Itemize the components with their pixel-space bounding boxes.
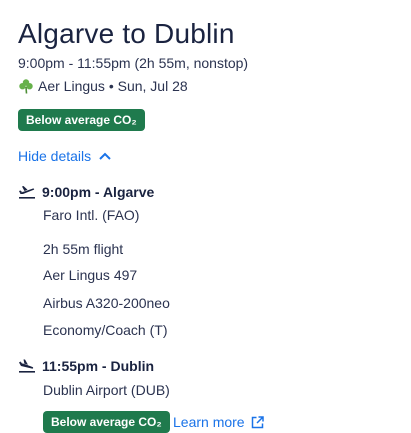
- airline-date-text: Aer Lingus • Sun, Jul 28: [38, 78, 188, 94]
- co2-badge: Below average CO₂: [18, 109, 145, 131]
- external-link-icon: [251, 415, 264, 428]
- arrival-airport: Dublin Airport (DUB): [43, 382, 170, 398]
- flight-number: Aer Lingus 497: [43, 267, 138, 283]
- flight-times: 9:00pm - 11:55pm (2h 55m, nonstop): [18, 55, 249, 71]
- departure-time-place: 9:00pm - Algarve: [42, 184, 155, 200]
- learn-more-link[interactable]: Learn more: [173, 414, 264, 430]
- hide-details-link[interactable]: Hide details: [18, 148, 111, 164]
- aircraft-type: Airbus A320-200neo: [43, 295, 170, 311]
- hide-details-label: Hide details: [18, 148, 92, 164]
- learn-more-label: Learn more: [173, 414, 245, 430]
- departure-segment: 9:00pm - Algarve: [18, 184, 154, 200]
- departure-airport: Faro Intl. (FAO): [43, 207, 140, 223]
- arrival-time-place: 11:55pm - Dublin: [42, 358, 155, 374]
- shamrock-icon: [19, 79, 33, 94]
- arrival-segment: 11:55pm - Dublin: [18, 358, 154, 374]
- airline-row: Aer Lingus • Sun, Jul 28: [18, 78, 188, 94]
- plane-takeoff-icon: [19, 186, 35, 199]
- flight-duration: 2h 55m flight: [43, 241, 124, 257]
- cabin-class: Economy/Coach (T): [43, 322, 168, 338]
- plane-landing-icon: [19, 359, 35, 373]
- page-title: Algarve to Dublin: [18, 18, 235, 49]
- chevron-up-icon: [99, 152, 111, 160]
